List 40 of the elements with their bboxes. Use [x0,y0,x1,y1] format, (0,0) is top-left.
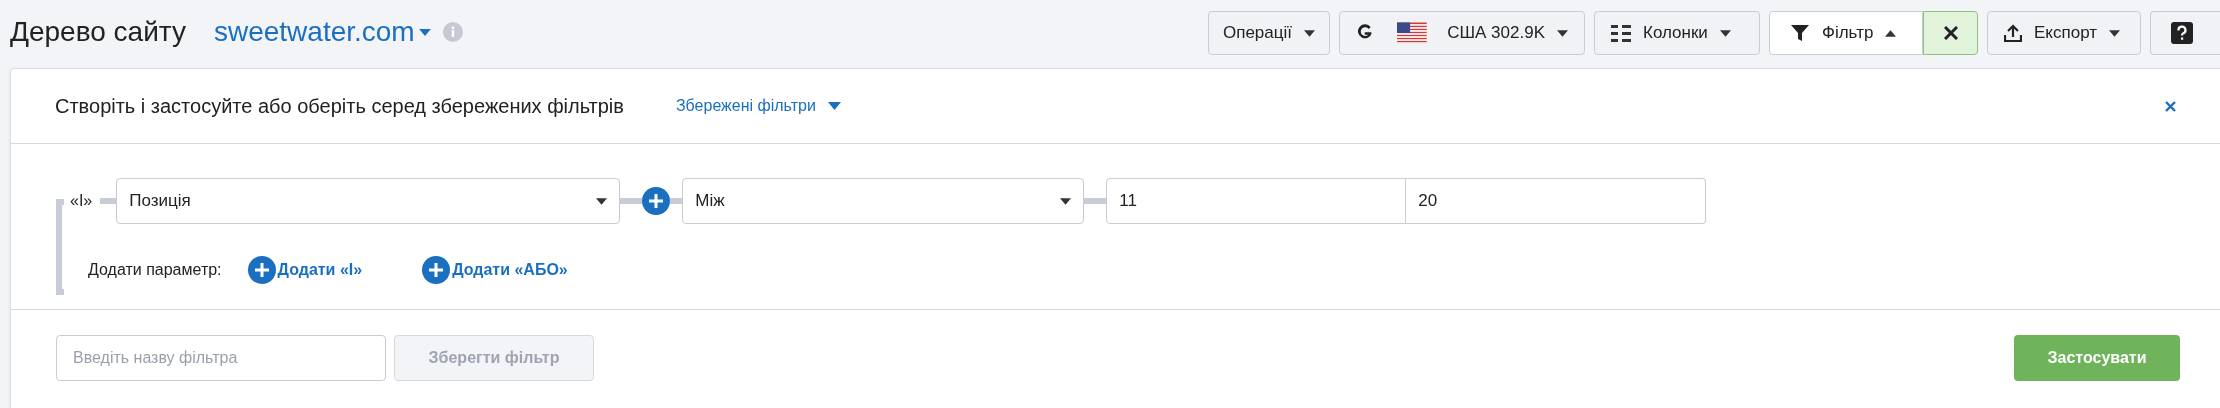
from-value-field[interactable]: 11 [1106,178,1407,224]
page-title: Дерево сайту [10,15,186,49]
plus-icon [247,256,276,284]
close-icon [1943,26,1958,40]
add-parameter-label: Додати параметр: [88,260,222,280]
plus-icon [642,187,671,215]
columns-icon [1611,24,1631,42]
help-icon [2171,22,2193,44]
database-button[interactable]: США 302.9K [1339,11,1585,55]
plus-icon [422,256,451,284]
us-flag-icon [1397,21,1428,45]
filter-icon [1790,23,1810,43]
upload-icon [2004,24,2022,42]
caret-icon [1557,29,1568,37]
close-icon [2164,100,2176,112]
operations-button[interactable]: Операції [1208,11,1330,55]
caret-icon [1885,29,1897,37]
clear-filter-button[interactable] [1923,11,1978,55]
panel-heading: Створіть і застосуйте або оберіть серед збережених фільтрів [55,94,624,119]
caret-icon [2109,29,2120,37]
export-button[interactable]: Експорт [1987,11,2141,55]
comparison-select[interactable]: Між [682,178,1085,224]
caret-icon [596,197,608,205]
add-condition-link[interactable]: Додати «І» [247,256,363,284]
info-icon [442,22,463,42]
columns-button[interactable]: Колонки [1594,11,1760,55]
caret-icon [418,28,431,36]
parameter-select[interactable]: Позиція [116,178,621,224]
caret-icon [1719,29,1731,37]
caret-icon [1304,29,1315,37]
filter-name-field[interactable]: Введіть назву фільтра [56,335,386,381]
help-button[interactable] [2150,11,2220,55]
add-condition-link[interactable]: Додати «АБО» [422,256,568,284]
saved-filters-dropdown[interactable]: Збережені фільтри [675,94,841,118]
to-value-field[interactable]: 20 [1406,178,1707,224]
caret-icon [827,102,841,110]
operator-label: «І» [69,191,94,211]
domain-dropdown[interactable]: sweetwater.com [213,11,431,53]
caret-icon [1060,197,1072,205]
filter-button[interactable]: Фільтр [1769,11,1923,55]
